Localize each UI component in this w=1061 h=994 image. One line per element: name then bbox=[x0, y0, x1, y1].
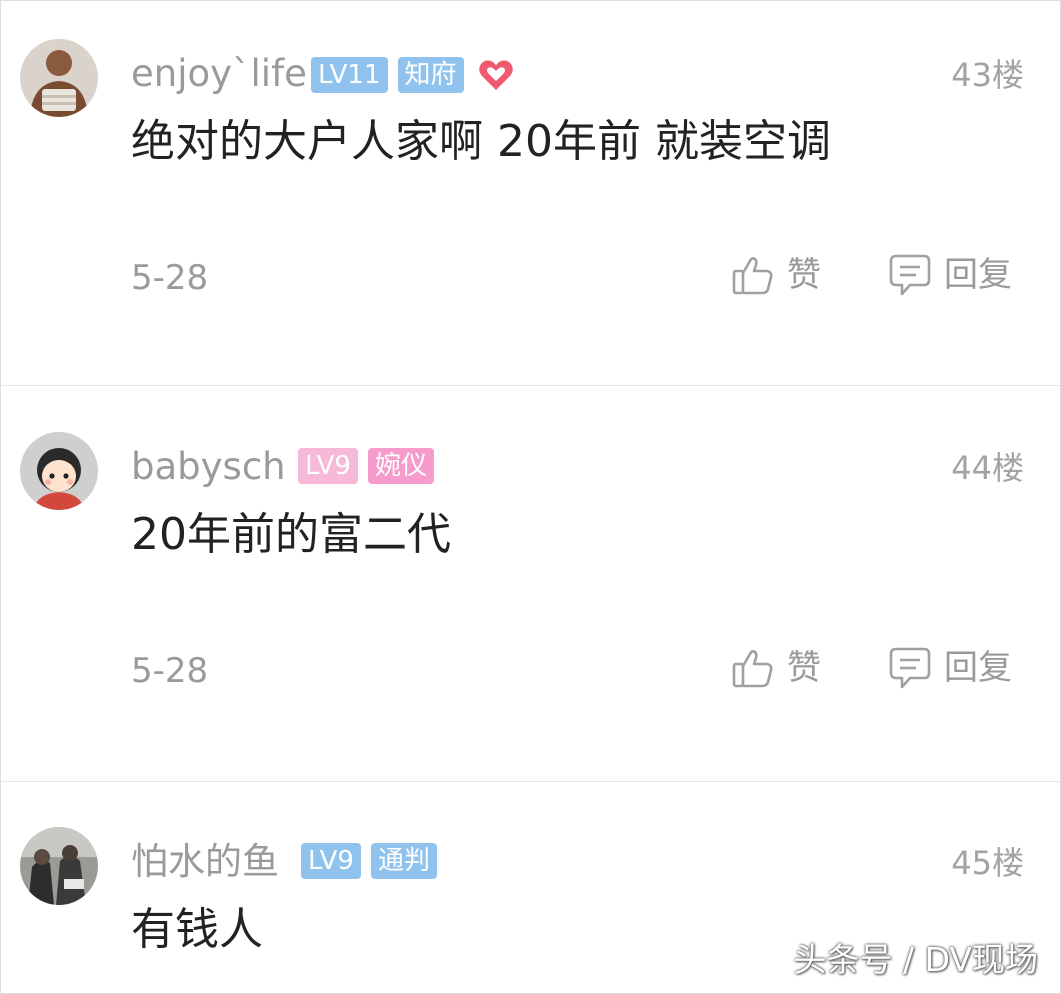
thumbs-up-icon bbox=[731, 646, 775, 690]
comment-date: 5-28 bbox=[131, 651, 209, 691]
heart-badge-icon bbox=[476, 55, 516, 95]
title-badge: 知府 bbox=[397, 57, 464, 93]
username[interactable]: enjoy`life bbox=[131, 49, 307, 99]
like-label: 赞 bbox=[787, 255, 821, 295]
comment-text: 20年前的富二代 bbox=[131, 509, 451, 560]
level-badge: LV9 bbox=[301, 843, 361, 879]
reply-label: 回复 bbox=[944, 648, 1012, 688]
like-button[interactable]: 赞 bbox=[731, 250, 821, 300]
comment-bubble-icon bbox=[888, 645, 932, 691]
username[interactable]: 怕水的鱼 bbox=[131, 837, 279, 887]
like-button[interactable]: 赞 bbox=[731, 643, 821, 693]
comment-date: 5-28 bbox=[131, 258, 209, 298]
like-label: 赞 bbox=[787, 648, 821, 688]
level-badge: LV11 bbox=[311, 57, 388, 93]
reply-button[interactable]: 回复 bbox=[888, 250, 1012, 300]
level-badge: LV9 bbox=[298, 448, 358, 484]
badge-group: LV9 婉仪 bbox=[298, 448, 434, 484]
divider bbox=[1, 781, 1060, 782]
badge-group: LV11 知府 bbox=[311, 55, 516, 95]
title-badge: 婉仪 bbox=[367, 448, 434, 484]
comment-list: enjoy`life LV11 知府 43楼 绝对的大户人家啊 20年前 就装空… bbox=[0, 0, 1061, 994]
username[interactable]: babysch bbox=[131, 442, 286, 492]
title-badge: 通判 bbox=[370, 843, 437, 879]
floor-number: 44楼 bbox=[951, 449, 1024, 487]
comment-text: 有钱人 bbox=[131, 904, 263, 955]
watermark: 头条号 / DV现场 bbox=[793, 940, 1038, 979]
badge-group: LV9 通判 bbox=[301, 843, 437, 879]
thumbs-up-icon bbox=[731, 253, 775, 297]
floor-number: 45楼 bbox=[951, 844, 1024, 882]
divider bbox=[1, 385, 1060, 386]
reply-button[interactable]: 回复 bbox=[888, 643, 1012, 693]
comment-text: 绝对的大户人家啊 20年前 就装空调 bbox=[131, 116, 831, 167]
floor-number: 43楼 bbox=[951, 56, 1024, 94]
avatar[interactable] bbox=[20, 432, 98, 510]
comment-bubble-icon bbox=[888, 252, 932, 298]
reply-label: 回复 bbox=[944, 255, 1012, 295]
avatar[interactable] bbox=[20, 39, 98, 117]
avatar[interactable] bbox=[20, 827, 98, 905]
